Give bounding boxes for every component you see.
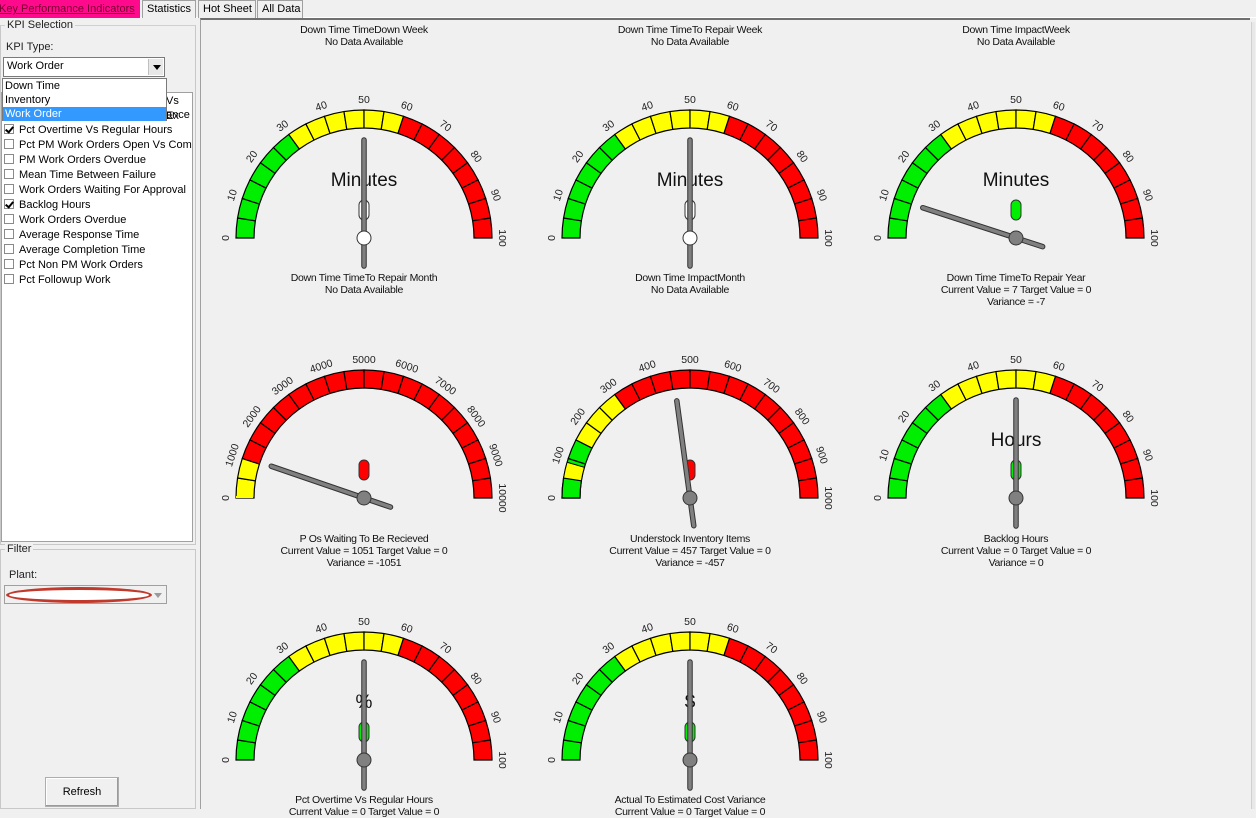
gauge-title: Down Time ImpactWeek [962,24,1070,36]
checkbox[interactable] [4,184,14,194]
dropdown-option-inventory[interactable]: Inventory [3,93,166,107]
gauge-title: Actual To Estimated Cost Variance [614,794,766,806]
kpi-selection-label: KPI Selection [5,19,76,31]
gauge-title: Backlog Hours [983,533,1049,545]
kpi-item-backlog-hours[interactable]: Backlog Hours [4,198,91,213]
gauge-title: Pct Overtime Vs Regular Hours [295,794,433,806]
kpi-item-label: PM Work Orders Overdue [19,154,146,166]
tab-statistics[interactable]: Statistics [142,0,196,18]
chevron-down-icon[interactable] [148,59,163,75]
tab-key-performance-indicators[interactable]: Key Performance Indicators [0,0,140,18]
dropdown-option-work-order[interactable]: Work Order [3,107,166,121]
kpi-item-label: Pct Overtime Vs Regular Hours [19,124,173,136]
gauge-value-text: No Data Available [324,284,404,296]
tab-bar: Key Performance Indicators Statistics Ho… [0,0,1256,18]
gauge-value-text: Current Value = 7 Target Value = 0 [940,284,1092,296]
gauge-value-text: Current Value = 0 Target Value = 0 [288,806,440,818]
kpi-item-pct-non-pm[interactable]: Pct Non PM Work Orders [4,258,143,273]
gauge-caption: Backlog Hours Current Value = 0 Target Va… [856,533,1176,569]
gauge-caption: Actual To Estimated Cost Variance Current… [530,794,850,818]
plant-label: Plant: [9,569,38,581]
kpi-item-avg-response[interactable]: Average Response Time [4,228,139,243]
obscured-item-text: ance [166,109,190,121]
gauge-caption: P Os Waiting To Be Recieved Current Value… [204,533,524,569]
kpi-item-label: Average Completion Time [19,244,146,256]
gauge-caption: Pct Overtime Vs Regular Hours Current Val… [204,794,524,818]
kpi-item-pct-overtime[interactable]: Pct Overtime Vs Regular Hours [4,123,172,138]
kpi-item-label: Backlog Hours [19,199,91,211]
kpi-type-value: Work Order [7,60,64,72]
checkbox[interactable] [4,199,14,209]
filter-label: Filter [5,543,34,555]
kpi-item-label: Pct Non PM Work Orders [19,259,143,271]
gauge-value-text: No Data Available [324,36,404,48]
kpi-item-label: Work Orders Overdue [19,214,127,226]
kpi-type-label: KPI Type: [6,41,54,53]
tab-all-data[interactable]: All Data [257,0,303,18]
gauge-caption: Down Time TimeTo Repair Week No Data Avai… [530,24,850,48]
refresh-button[interactable]: Refresh [45,777,119,807]
vertical-scrollbar[interactable] [1251,22,1255,809]
gauge-panel [200,18,1250,809]
checkbox[interactable] [4,214,14,224]
kpi-item-avg-completion[interactable]: Average Completion Time [4,243,145,258]
plant-select[interactable] [4,585,167,604]
gauge-caption: Down Time ImpactWeek No Data Available [856,24,1176,48]
gauge-value-text: No Data Available [976,36,1056,48]
checkbox[interactable] [4,244,14,254]
checkbox[interactable] [4,124,14,134]
gauge-value-text: Current Value = 1051 Target Value = 0 [280,545,448,557]
kpi-item-label: Average Response Time [19,229,140,241]
checkbox[interactable] [4,259,14,269]
kpi-item-label: Pct PM Work Orders Open Vs Com [19,139,192,151]
kpi-item-mtbf[interactable]: Mean Time Between Failure [4,168,156,183]
gauge-value-text: Current Value = 0 Target Value = 0 [940,545,1092,557]
kpi-item-waiting-approval[interactable]: Work Orders Waiting For Approval [4,183,186,198]
gauge-title: Down Time TimeTo Repair Month [290,272,438,284]
gauge-value-text: Current Value = 0 Target Value = 0 [614,806,766,818]
gauge-value-text: Variance = 0 [988,557,1044,569]
checkbox[interactable] [4,169,14,179]
checkbox[interactable] [4,154,14,164]
checkbox[interactable] [4,139,14,149]
gauge-caption: Down Time TimeTo Repair Year Current Valu… [856,272,1176,308]
kpi-item-label: Pct Followup Work [19,274,111,286]
dropdown-option-down-time[interactable]: Down Time [3,79,166,93]
kpi-item-pct-followup[interactable]: Pct Followup Work [4,273,111,288]
kpi-item-label: Mean Time Between Failure [19,169,156,181]
tab-hot-sheet[interactable]: Hot Sheet [198,0,256,18]
gauge-title: Down Time TimeTo Repair Week [617,24,763,36]
kpi-type-dropdown-list: Down Time Inventory Work Order [2,78,167,121]
kpi-checklist[interactable]: Vs Ex ance Pct Overtime Vs Regular Hours… [1,92,193,542]
gauge-title: P Os Waiting To Be Recieved [299,533,429,545]
gauge-value-text: No Data Available [650,284,730,296]
kpi-item-pct-pm-open[interactable]: Pct PM Work Orders Open Vs Com [4,138,192,153]
kpi-item-label: Work Orders Waiting For Approval [19,184,186,196]
gauge-caption: Down Time ImpactMonth No Data Available [530,272,850,296]
gauge-caption: Understock Inventory Items Current Value … [530,533,850,569]
chevron-down-icon[interactable] [150,587,165,603]
gauge-value-text: Variance = -1051 [326,557,402,569]
gauge-title: Down Time TimeDown Week [300,24,428,36]
checkbox[interactable] [4,274,14,284]
gauge-title: Down Time TimeTo Repair Year [946,272,1086,284]
gauge-value-text: Current Value = 457 Target Value = 0 [609,545,771,557]
gauge-caption: Down Time TimeDown Week No Data Available [204,24,524,48]
kpi-item-wo-overdue[interactable]: Work Orders Overdue [4,213,126,228]
kpi-item-pm-overdue[interactable]: PM Work Orders Overdue [4,153,146,168]
gauge-value-text: No Data Available [650,36,730,48]
gauge-value-text: Variance = -457 [655,557,725,569]
gauge-value-text: Variance = -7 [986,296,1046,308]
gauge-title: Understock Inventory Items [630,533,750,545]
checkbox[interactable] [4,229,14,239]
kpi-type-select[interactable]: Work Order [3,57,165,77]
gauge-caption: Down Time TimeTo Repair Month No Data Ava… [204,272,524,296]
gauge-title: Down Time ImpactMonth [635,272,745,284]
